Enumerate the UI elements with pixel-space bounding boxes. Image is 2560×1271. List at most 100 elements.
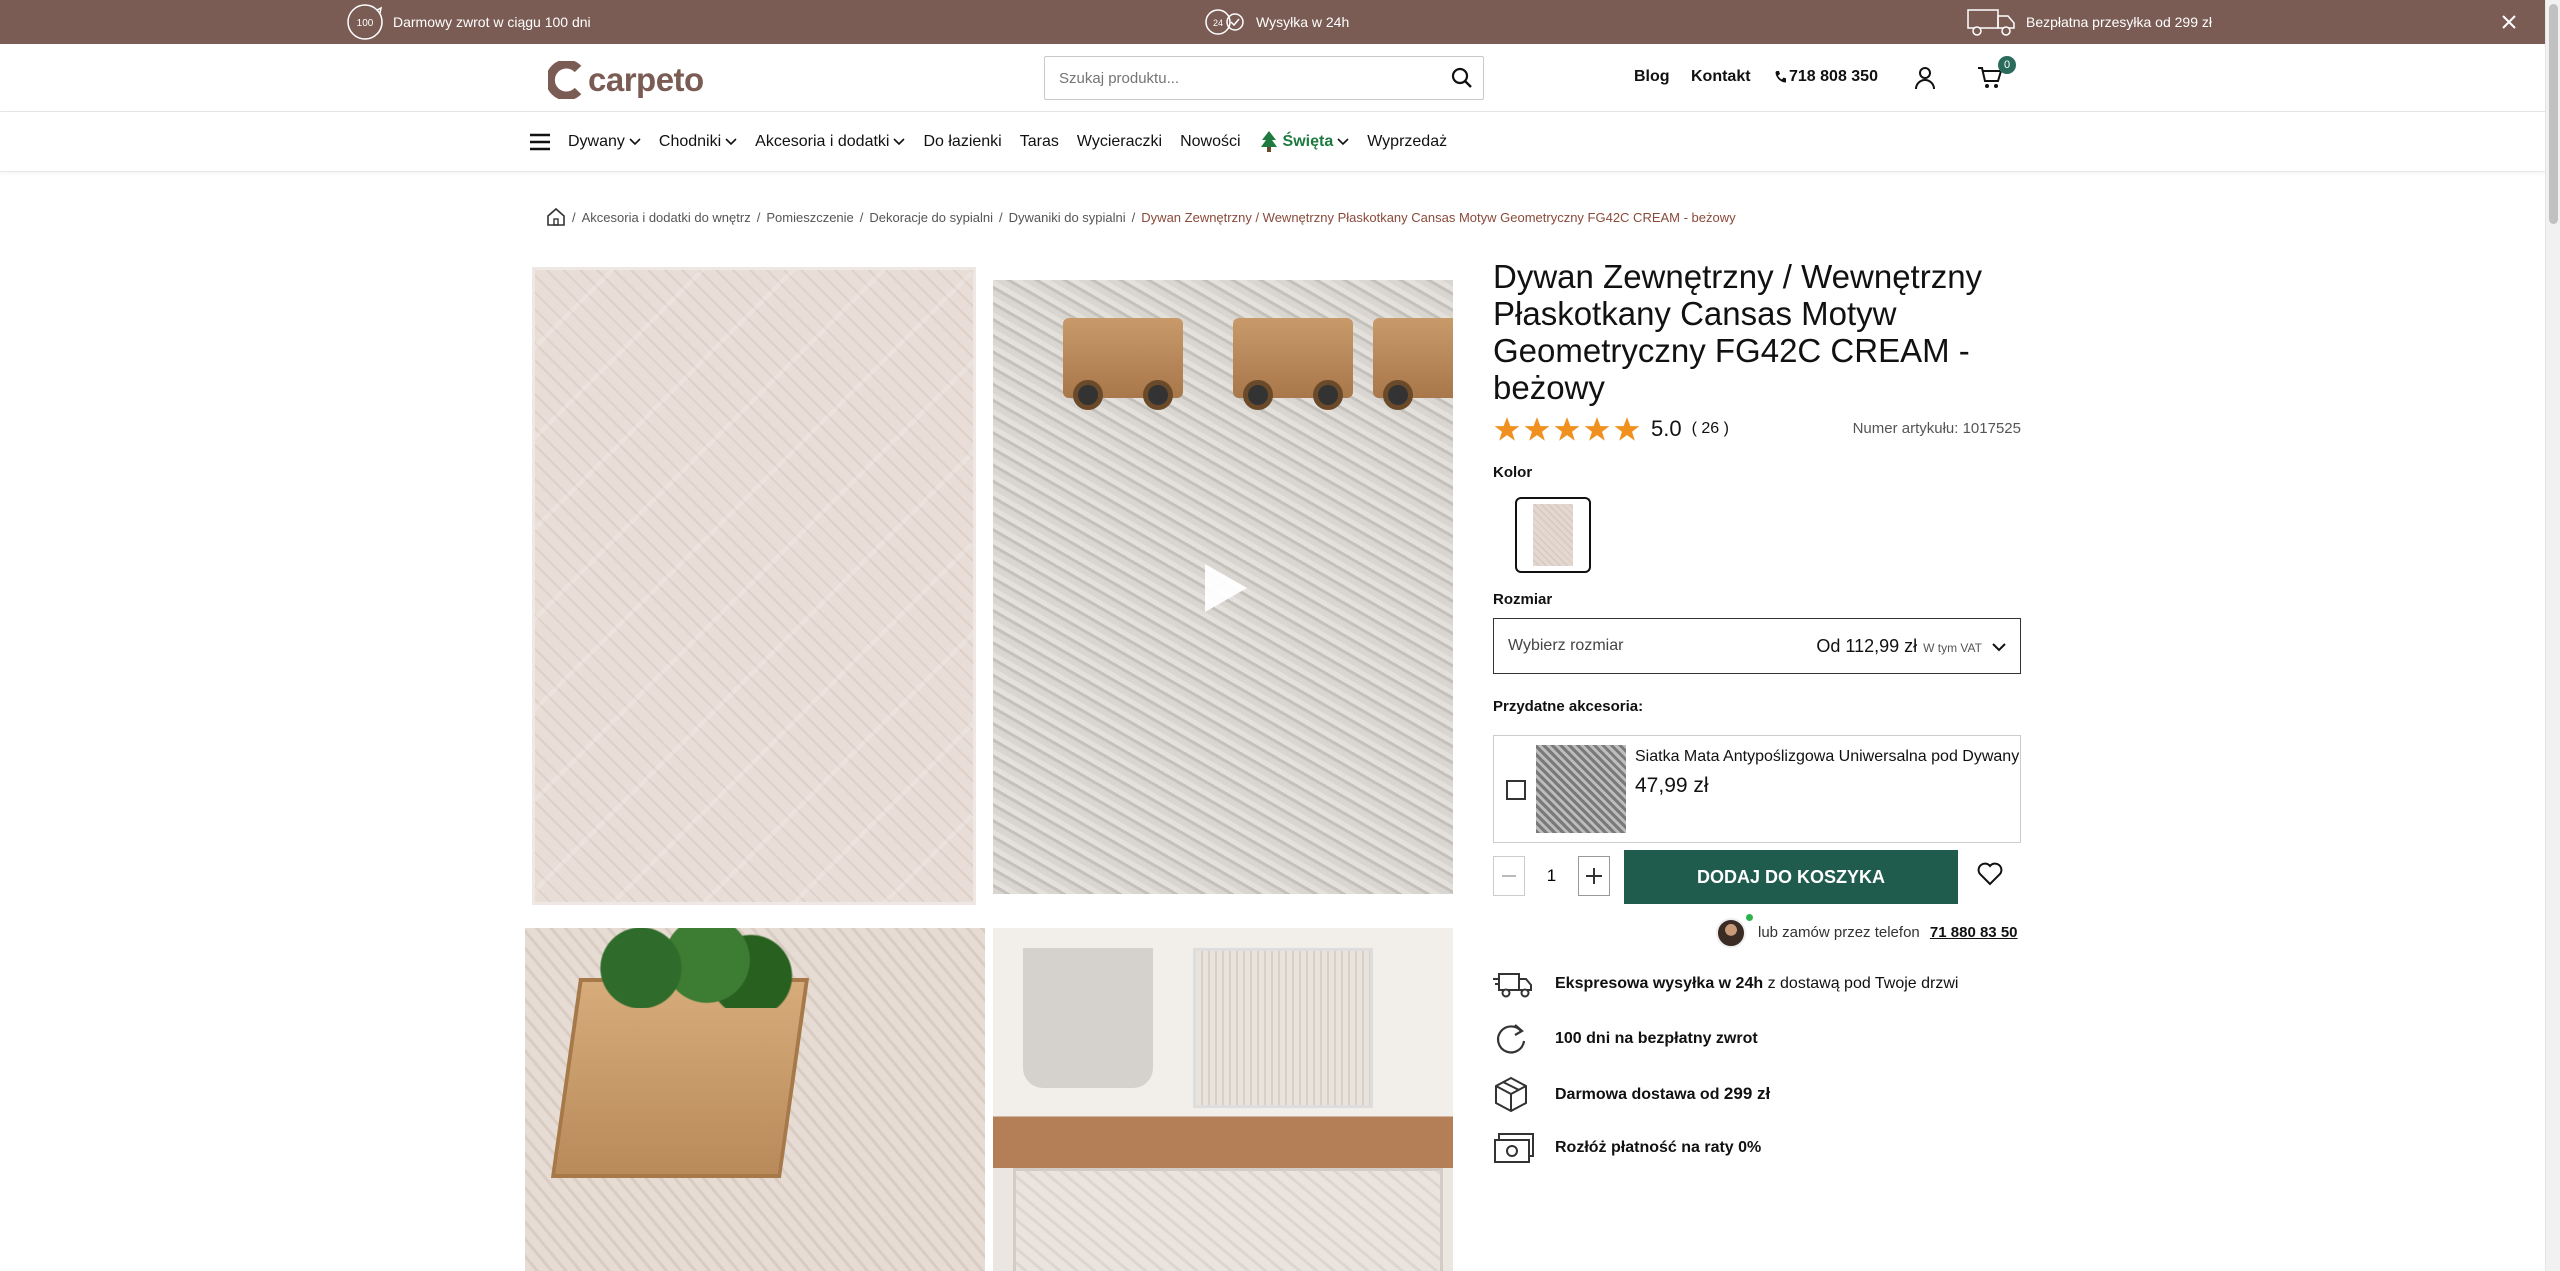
- nav-item-wycieraczki[interactable]: Wycieraczki: [1077, 133, 1162, 151]
- nav-item-taras[interactable]: Taras: [1020, 133, 1059, 151]
- search-box: [1044, 56, 1484, 100]
- breadcrumb-current: Dywan Zewnętrzny / Wewnętrzny Płaskotkan…: [1141, 209, 1736, 225]
- accessories-label: Przydatne akcesoria:: [1493, 698, 1644, 715]
- nav-item-label: Wycieraczki: [1076, 133, 1163, 150]
- chevron-down-icon: [629, 138, 641, 146]
- benefit-express: Ekspresowa wysyłka w 24h z dostawą pod T…: [1493, 964, 1958, 1004]
- nav-item-nowosci[interactable]: Nowości: [1180, 133, 1240, 151]
- online-status-dot: [1746, 914, 1753, 921]
- color-swatch-beige[interactable]: [1515, 497, 1591, 573]
- product-image-main[interactable]: [532, 267, 976, 905]
- accessory-item: Siatka Mata Antypoślizgowa Uniwersalna p…: [1493, 735, 2021, 843]
- breadcrumb-item[interactable]: Dywaniki do sypialni: [1009, 210, 1126, 225]
- quantity-input[interactable]: [1525, 856, 1578, 896]
- search-icon[interactable]: [1451, 67, 1473, 94]
- promo-free-delivery-text: Bezpłatna przesyłka od 299 zł: [2026, 14, 2212, 30]
- promo-bar: 100 Darmowy zwrot w ciągu 100 dni 24 Wys…: [0, 0, 2560, 44]
- size-label: Rozmiar: [1493, 591, 1553, 608]
- consultant-avatar: [1716, 918, 1746, 948]
- logo[interactable]: carpeto: [548, 60, 704, 100]
- logo-text: carpeto: [588, 61, 704, 98]
- nav-item-label: Nowości: [1180, 133, 1241, 150]
- play-video-icon[interactable]: [1193, 558, 1253, 623]
- return-arrow-icon: [1493, 1021, 1555, 1057]
- cart-count-badge: 0: [1998, 56, 2016, 74]
- rating-value: 5.0: [1651, 416, 1682, 441]
- shipping-icon-text: 24: [1213, 18, 1223, 28]
- add-to-cart-button[interactable]: DODAJ DO KOSZYKA: [1624, 850, 1958, 904]
- breadcrumb-item[interactable]: Akcesoria i dodatki do wnętrz: [582, 210, 751, 225]
- breadcrumb-item[interactable]: Pomieszczenie: [766, 210, 853, 225]
- benefit-express-bold: Ekspresowa wysyłka w 24h: [1555, 975, 1764, 992]
- color-label: Kolor: [1493, 464, 1533, 481]
- return-icon-text: 100: [357, 18, 374, 29]
- product-title: Dywan Zewnętrzny / Wewnętrzny Płaskotkan…: [1493, 258, 1983, 406]
- benefit-return-bold: 100 dni na bezpłatny zwrot: [1555, 1030, 1758, 1047]
- hamburger-menu-icon[interactable]: [530, 133, 550, 151]
- logo-c-icon: [548, 61, 582, 99]
- nav-item-chodniki[interactable]: Chodniki: [659, 133, 737, 151]
- benefit-express-rest: z dostawą pod Twoje drzwi: [1763, 975, 1959, 992]
- return-100-icon: 100: [345, 2, 385, 42]
- blog-link[interactable]: Blog: [1634, 68, 1670, 86]
- page-scrollbar[interactable]: [2545, 0, 2560, 1271]
- rating-count[interactable]: ( 26 ): [1692, 420, 1729, 438]
- product-panel: Dywan Zewnętrzny / Wewnętrzny Płaskotkan…: [1493, 258, 2021, 1164]
- phone-icon: [1775, 71, 1786, 83]
- quantity-increase-button[interactable]: [1578, 856, 1610, 896]
- benefit-return: 100 dni na bezpłatny zwrot: [1493, 1019, 1758, 1059]
- nav-item-label: Wyprzedaż: [1367, 133, 1448, 150]
- nav-item-label: Święta: [1282, 133, 1334, 150]
- star-icon: [1584, 416, 1610, 441]
- promo-shipping-text: Wysyłka w 24h: [1256, 14, 1350, 30]
- chevron-down-icon: [725, 138, 737, 146]
- nav-item-wyprzedaz[interactable]: Wyprzedaż: [1367, 133, 1447, 151]
- nav-item-akcesoria[interactable]: Akcesoria i dodatki: [755, 133, 906, 151]
- home-icon[interactable]: [546, 207, 566, 227]
- nav-item-label: Dywany: [568, 133, 625, 150]
- phone-order-number[interactable]: 71 880 83 50: [1930, 924, 2018, 941]
- nav-item-label: Chodniki: [658, 133, 722, 150]
- accessory-image[interactable]: [1536, 745, 1626, 833]
- accessory-price: 47,99 zł: [1635, 774, 1709, 797]
- product-image-room[interactable]: [993, 928, 1453, 1271]
- quantity-decrease-button[interactable]: [1493, 856, 1525, 896]
- delivery-truck-icon: [1966, 6, 2018, 38]
- nav-item-lazienka[interactable]: Do łazienki: [923, 133, 1001, 151]
- package-box-icon: [1493, 1076, 1555, 1112]
- main-nav: Dywany Chodniki Akcesoria i dodatki Do ł…: [0, 112, 2545, 172]
- close-icon[interactable]: [2498, 11, 2520, 33]
- promo-shipping: 24 Wysyłka w 24h: [1204, 0, 1349, 44]
- express-delivery-truck-icon: [1493, 968, 1555, 1000]
- scrollbar-thumb[interactable]: [2549, 4, 2558, 224]
- accessory-name[interactable]: Siatka Mata Antypoślizgowa Uniwersalna p…: [1635, 748, 2019, 766]
- minus-icon: [1502, 875, 1516, 877]
- article-number: Numer artykułu: 1017525: [1852, 420, 2021, 437]
- star-icon: [1554, 416, 1580, 441]
- phone-order-text: lub zamów przez telefon: [1758, 924, 1920, 941]
- promo-return-text: Darmowy zwrot w ciągu 100 dni: [393, 14, 591, 30]
- size-price: Od 112,99 zł: [1816, 635, 1918, 656]
- size-select[interactable]: Wybierz rozmiar Od 112,99 zł W tym VAT: [1493, 618, 2021, 674]
- phone-order: lub zamów przez telefon 71 880 83 50: [1493, 914, 2021, 948]
- star-rating[interactable]: [1493, 416, 1641, 443]
- nav-item-swieta[interactable]: Święta: [1259, 130, 1350, 154]
- size-vat: W tym VAT: [1923, 640, 1982, 655]
- money-banknote-icon: [1493, 1132, 1555, 1164]
- product-video-thumbnail[interactable]: [993, 280, 1453, 894]
- user-account-icon[interactable]: [1914, 66, 1936, 95]
- product-image-plant[interactable]: [525, 928, 985, 1271]
- search-input[interactable]: [1045, 57, 1425, 99]
- phone-link[interactable]: 718 808 350: [1774, 68, 1878, 86]
- nav-item-dywany[interactable]: Dywany: [568, 133, 641, 151]
- breadcrumb-item[interactable]: Dekoracje do sypialni: [869, 210, 993, 225]
- accessory-checkbox[interactable]: [1506, 780, 1526, 800]
- chevron-down-icon: [893, 138, 906, 146]
- benefit-delivery-amount: 299 zł: [1723, 1084, 1771, 1103]
- chevron-down-icon: [1337, 138, 1349, 146]
- contact-link[interactable]: Kontakt: [1691, 68, 1751, 86]
- wishlist-heart-icon[interactable]: [1977, 862, 2003, 891]
- site-header: carpeto Blog Kontakt 718 808 350 0: [0, 44, 2545, 112]
- benefit-installments-bold: Rozłóż płatność na raty 0%: [1555, 1139, 1762, 1156]
- benefit-free-delivery: Darmowa dostawa od 299 zł: [1493, 1074, 1770, 1114]
